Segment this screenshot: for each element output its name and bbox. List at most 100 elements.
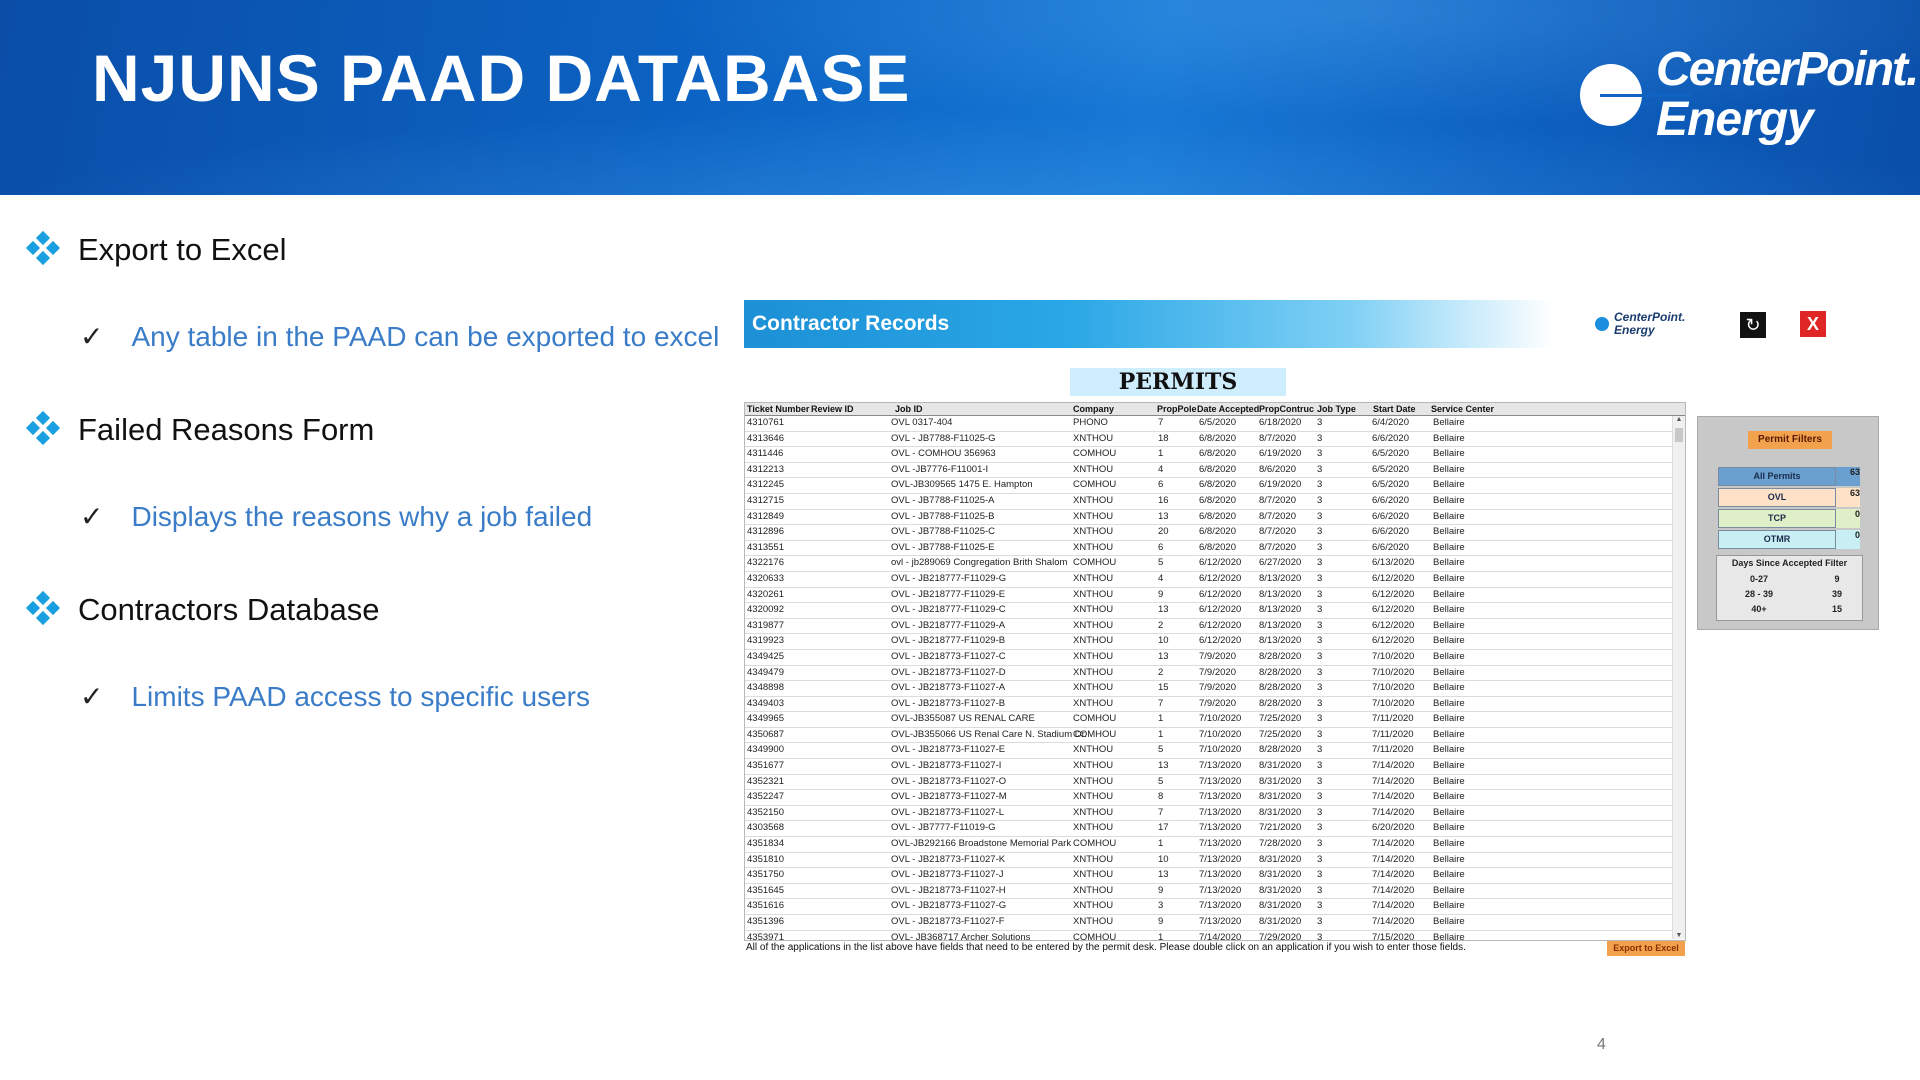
table-row[interactable]: 4319923 OVL - JB218777-F11029-B XNTHOU 10 6/… bbox=[745, 634, 1673, 650]
table-cell: Bellaire bbox=[1433, 869, 1465, 881]
table-row[interactable]: 4349479 OVL - JB218773-F11027-D XNTHOU 2 7/9… bbox=[745, 666, 1673, 682]
table-row[interactable]: 4351750 OVL - JB218773-F11027-J XNTHOU 13 7/… bbox=[745, 868, 1673, 884]
table-row[interactable]: 4349965 OVL-JB355087 US RENAL CARE COMHOU 1… bbox=[745, 712, 1673, 728]
table-cell: 4312213 bbox=[747, 463, 784, 475]
table-cell: 7 bbox=[1158, 806, 1164, 818]
table-row[interactable]: 4352150 OVL - JB218773-F11027-L XNTHOU 7 7/1… bbox=[745, 806, 1673, 822]
scroll-thumb[interactable] bbox=[1675, 428, 1683, 442]
column-header[interactable]: Review ID bbox=[811, 403, 854, 415]
table-row[interactable]: 4320633 OVL - JB218777-F11029-G XNTHOU 4 6/1… bbox=[745, 572, 1673, 588]
export-to-excel-button[interactable]: Export to Excel bbox=[1607, 941, 1685, 956]
table-row[interactable]: 4349403 OVL - JB218773-F11027-B XNTHOU 7 7/9… bbox=[745, 697, 1673, 713]
page-number: 4 bbox=[1597, 1036, 1606, 1053]
table-cell: OVL - JB7777-F11019-G bbox=[891, 822, 996, 834]
table-cell: 8/7/2020 bbox=[1259, 526, 1296, 538]
column-header[interactable]: Ticket Number bbox=[747, 403, 809, 415]
days-count: 9 bbox=[1834, 574, 1840, 584]
refresh-icon: ↻ bbox=[1745, 315, 1761, 335]
column-header[interactable]: Service Center bbox=[1431, 403, 1494, 415]
filter-button-ovl[interactable]: OVL bbox=[1718, 488, 1836, 507]
table-cell: 7/10/2020 bbox=[1372, 650, 1415, 662]
table-cell: 3 bbox=[1317, 744, 1323, 756]
table-cell: XNTHOU bbox=[1073, 884, 1114, 896]
table-cell: 3 bbox=[1317, 448, 1323, 460]
table-row[interactable]: 4312715 OVL - JB7788-F11025-A XNTHOU 16 6/8/… bbox=[745, 494, 1673, 510]
table-row[interactable]: 4349425 OVL - JB218773-F11027-C XNTHOU 13 7/… bbox=[745, 650, 1673, 666]
column-header[interactable]: Job Type bbox=[1317, 403, 1356, 415]
table-row[interactable]: 4352247 OVL - JB218773-F11027-M XNTHOU 8 7/1… bbox=[745, 790, 1673, 806]
column-header[interactable]: Date Accepted bbox=[1197, 403, 1259, 415]
table-cell: Bellaire bbox=[1433, 588, 1465, 600]
scroll-down-icon[interactable]: ▼ bbox=[1675, 932, 1683, 939]
table-cell: 8/31/2020 bbox=[1259, 775, 1302, 787]
column-header[interactable]: PropPole bbox=[1157, 403, 1197, 415]
filter-button-tcp[interactable]: TCP bbox=[1718, 509, 1836, 528]
table-row[interactable]: 4351810 OVL - JB218773-F11027-K XNTHOU 10 7/… bbox=[745, 853, 1673, 869]
table-cell: XNTHOU bbox=[1073, 775, 1114, 787]
table-row[interactable]: 4312245 OVL-JB309565 1475 E. Hampton COMHO… bbox=[745, 478, 1673, 494]
table-cell: 7/13/2020 bbox=[1199, 838, 1242, 850]
vertical-scrollbar[interactable]: ▲ ▼ bbox=[1672, 416, 1685, 939]
table-row[interactable]: 4352321 OVL - JB218773-F11027-O XNTHOU 5 7/1… bbox=[745, 775, 1673, 791]
filter-count: 63 bbox=[1836, 467, 1860, 486]
table-cell: 8/13/2020 bbox=[1259, 619, 1302, 631]
days-filter-row[interactable]: 40+ 15 bbox=[1719, 602, 1860, 616]
table-cell: 6/12/2020 bbox=[1199, 572, 1242, 584]
table-cell: 7/10/2020 bbox=[1199, 744, 1242, 756]
table-row[interactable]: 4348898 OVL - JB218773-F11027-A XNTHOU 15 7/… bbox=[745, 681, 1673, 697]
close-button[interactable]: X bbox=[1800, 311, 1826, 337]
table-cell: 4 bbox=[1158, 463, 1164, 475]
table-cell: 4351834 bbox=[747, 838, 784, 850]
filter-button-all-permits[interactable]: All Permits bbox=[1718, 467, 1836, 486]
scroll-up-icon[interactable]: ▲ bbox=[1675, 416, 1683, 423]
table-row[interactable]: 4351396 OVL - JB218773-F11027-F XNTHOU 9 7/1… bbox=[745, 915, 1673, 931]
table-row[interactable]: 4310761 OVL 0317-404 PHONO 7 6/5/2020 6/18/20… bbox=[745, 416, 1673, 432]
table-row[interactable]: 4353971 OVL- JB368717 Archer Solutions COM… bbox=[745, 931, 1673, 941]
table-row[interactable]: 4311446 OVL - COMHOU 356963 COMHOU 1 6/8/202… bbox=[745, 447, 1673, 463]
table-cell: 7 bbox=[1158, 417, 1164, 428]
table-row[interactable]: 4303568 OVL - JB7777-F11019-G XNTHOU 17 7/13… bbox=[745, 821, 1673, 838]
column-header[interactable]: Start Date bbox=[1373, 403, 1416, 415]
table-cell: 7 bbox=[1158, 697, 1164, 709]
column-header[interactable]: Job ID bbox=[895, 403, 923, 415]
column-header[interactable]: Company bbox=[1073, 403, 1114, 415]
table-row[interactable]: 4312849 OVL - JB7788-F11025-B XNTHOU 13 6/8/… bbox=[745, 510, 1673, 526]
refresh-button[interactable]: ↻ bbox=[1740, 312, 1766, 338]
table-row[interactable]: 4312213 OVL -JB7776-F11001-I XNTHOU 4 6/8/20… bbox=[745, 463, 1673, 479]
days-filter-row[interactable]: 28 - 39 39 bbox=[1719, 587, 1860, 601]
table-cell: 3 bbox=[1317, 666, 1323, 678]
table-cell: 7/9/2020 bbox=[1199, 650, 1236, 662]
table-row[interactable]: 4351834 OVL-JB292166 Broadstone Memorial … bbox=[745, 837, 1673, 853]
column-header[interactable]: PropContruc bbox=[1259, 403, 1314, 415]
table-cell: 7/29/2020 bbox=[1259, 931, 1302, 941]
table-row[interactable]: 4349900 OVL - JB218773-F11027-E XNTHOU 5 7/1… bbox=[745, 743, 1673, 760]
table-cell: XNTHOU bbox=[1073, 432, 1114, 444]
table-cell: 3 bbox=[1317, 853, 1323, 865]
table-row[interactable]: 4351645 OVL - JB218773-F11027-H XNTHOU 9 7/1… bbox=[745, 884, 1673, 900]
table-row[interactable]: 4313551 OVL - JB7788-F11025-E XNTHOU 6 6/8/2… bbox=[745, 541, 1673, 557]
table-row[interactable]: 4322176 ovl - jb289069 Congregation Brith… bbox=[745, 556, 1673, 572]
table-cell: 16 bbox=[1158, 494, 1169, 506]
table-row[interactable]: 4351677 OVL - JB218773-F11027-I XNTHOU 13 7/… bbox=[745, 759, 1673, 775]
days-filter-row[interactable]: 0-27 9 bbox=[1719, 572, 1860, 586]
table-row[interactable]: 4312896 OVL - JB7788-F11025-C XNTHOU 20 6/8/… bbox=[745, 525, 1673, 541]
table-cell: 7/10/2020 bbox=[1372, 666, 1415, 678]
table-row[interactable]: 4320092 OVL - JB218777-F11029-C XNTHOU 13 6/… bbox=[745, 603, 1673, 619]
table-row[interactable]: 4313646 OVL - JB7788-F11025-G XNTHOU 18 6/8/… bbox=[745, 432, 1673, 448]
filter-button-otmr[interactable]: OTMR bbox=[1718, 530, 1836, 549]
table-row[interactable]: 4320261 OVL - JB218777-F11029-E XNTHOU 9 6/1… bbox=[745, 588, 1673, 604]
table-row[interactable]: 4319877 OVL - JB218777-F11029-A XNTHOU 2 6/1… bbox=[745, 619, 1673, 635]
table-cell: 18 bbox=[1158, 432, 1169, 444]
table-row[interactable]: 4351616 OVL - JB218773-F11027-G XNTHOU 3 7/1… bbox=[745, 899, 1673, 915]
table-row[interactable]: 4350687 OVL-JB355066 US Renal Care N. Sta… bbox=[745, 728, 1673, 744]
table-cell: 5 bbox=[1158, 744, 1164, 756]
table-cell: 4319877 bbox=[747, 619, 784, 631]
table-cell: XNTHOU bbox=[1073, 853, 1114, 865]
table-cell: 10 bbox=[1158, 635, 1169, 647]
table-cell: Bellaire bbox=[1433, 417, 1465, 428]
table-cell: Bellaire bbox=[1433, 666, 1465, 678]
table-cell: OVL - JB218773-F11027-I bbox=[891, 760, 1002, 772]
table-cell: OVL - JB218773-F11027-O bbox=[891, 775, 1007, 787]
table-cell: Bellaire bbox=[1433, 853, 1465, 865]
table-cell: 4352321 bbox=[747, 775, 784, 787]
